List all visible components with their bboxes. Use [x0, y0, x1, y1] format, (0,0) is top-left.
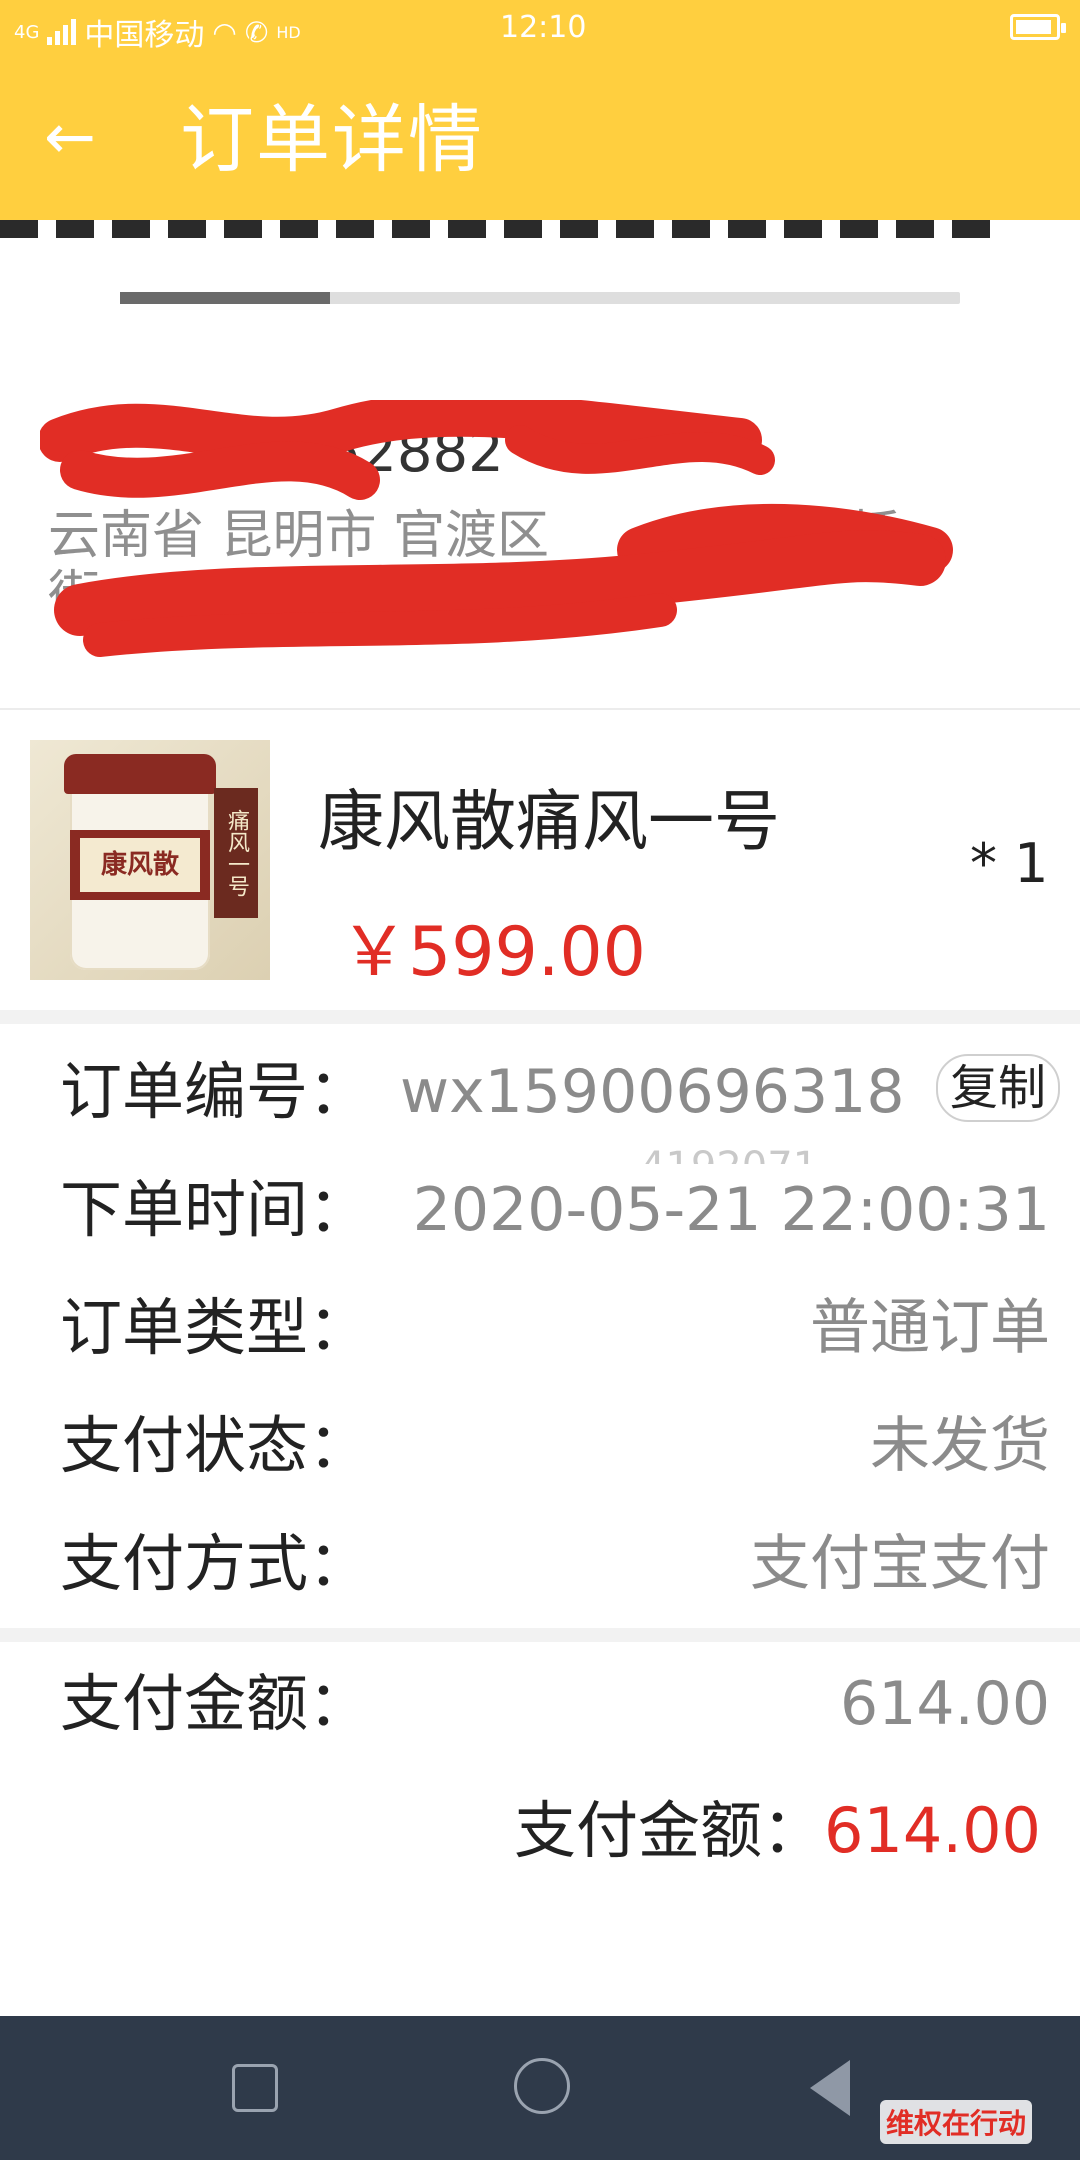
phone-hd-icon: ✆ [244, 15, 269, 49]
order-type-value: 普通订单 [810, 1293, 1050, 1363]
pay-amount-row: 支付金额： 614.00 [60, 1656, 1050, 1776]
product-jar-graphic: 康风散 [64, 754, 216, 970]
square-recent-apps-icon[interactable] [232, 2064, 278, 2112]
total-amount: 支付金额：614.00 [514, 1780, 1041, 1870]
order-time-row: 下单时间： 2020-05-21 22:00:31 [60, 1162, 1050, 1282]
product-name: 康风散痛风一号 [318, 783, 780, 860]
triangle-back-icon[interactable] [810, 2060, 850, 2116]
total-amount-label: 支付金额： [514, 1794, 825, 1867]
pay-status-row: 支付状态： 未发货 [60, 1398, 1050, 1518]
page-title: 订单详情 [180, 97, 484, 183]
circle-home-icon[interactable] [514, 2058, 570, 2114]
battery-icon [1010, 14, 1066, 40]
order-progress-fill [120, 292, 330, 304]
section-separator [0, 1010, 1080, 1024]
signal-icon [47, 19, 77, 45]
system-nav-bar: 维权在行动 [0, 2016, 1080, 2160]
product-quantity: * 1 [970, 832, 1049, 895]
carrier-name: 中国移动 [84, 18, 205, 53]
network-type: 4G [14, 21, 40, 43]
order-number-value: wx15900696318 [400, 1057, 905, 1127]
pay-method-label: 支付方式： [60, 1527, 371, 1600]
product-image[interactable]: 康风散 痛风一号 [30, 740, 270, 980]
order-type-label: 订单类型： [60, 1291, 371, 1364]
arrow-left-icon[interactable]: ← [44, 92, 124, 182]
pay-status-label: 支付状态： [60, 1409, 371, 1482]
product-image-tag: 痛风一号 [214, 788, 258, 918]
section-separator [0, 1628, 1080, 1642]
status-bar: 4G 中国移动 ◠ ✆ HD 12:10 [0, 0, 1080, 56]
order-number-label: 订单编号： [60, 1055, 371, 1128]
scrolled-content-edge [0, 220, 1080, 238]
order-time-value: 2020-05-21 22:00:31 [412, 1175, 1050, 1245]
order-number-row: 订单编号： wx15900696318 4192071 复制 [60, 1044, 1060, 1164]
section-divider [0, 708, 1080, 710]
watermark-text: 维权在行动 [880, 2100, 1033, 2144]
pay-amount-label: 支付金额： [60, 1667, 371, 1740]
hd-label: HD [276, 22, 301, 42]
order-time-label: 下单时间： [60, 1173, 371, 1246]
order-number-overflow: 4192071 [640, 1144, 818, 1164]
total-amount-value: 614.00 [824, 1794, 1041, 1867]
pay-method-value: 支付宝支付 [750, 1529, 1050, 1599]
order-type-row: 订单类型： 普通订单 [60, 1280, 1050, 1400]
redaction-scribble [40, 400, 953, 657]
wifi-icon: ◠ [212, 15, 237, 49]
pay-status-value: 未发货 [870, 1411, 1050, 1481]
pay-amount-value: 614.00 [840, 1669, 1050, 1739]
order-progress-bar [120, 292, 960, 304]
pay-method-row: 支付方式： 支付宝支付 [60, 1516, 1050, 1636]
product-price: ￥599.00 [340, 913, 646, 992]
copy-button[interactable]: 复制 [936, 1054, 1060, 1122]
status-time: 12:10 [500, 10, 587, 45]
product-image-label: 康风散 [80, 838, 200, 892]
